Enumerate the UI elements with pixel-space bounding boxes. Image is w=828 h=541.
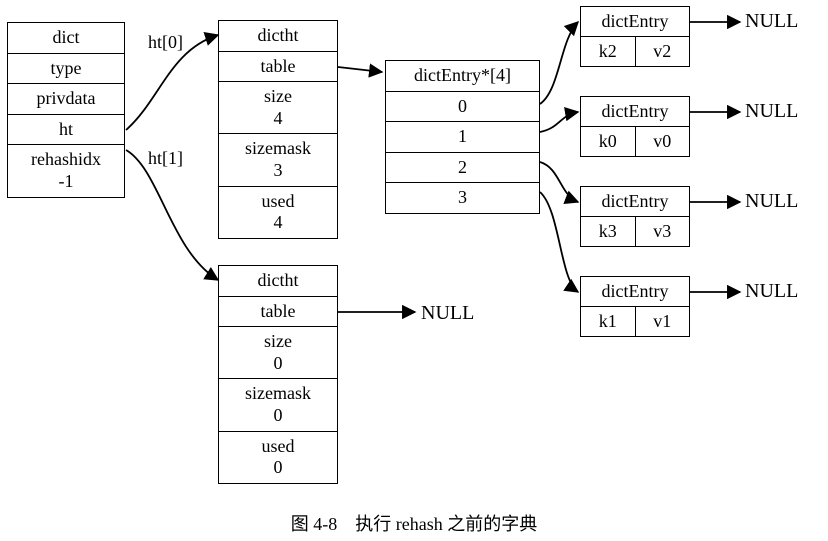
dictht1-sizemask: sizemask 0 [219,379,337,431]
dictht1-size: size 0 [219,327,337,379]
edge-label-ht0: ht[0] [148,32,183,53]
array-idx-3: 3 [386,183,539,213]
dict-title: dict [8,23,124,54]
dictht0-used: used 4 [219,187,337,238]
dictht1-table: table [219,297,337,328]
null-1: NULL [745,100,798,123]
dictht0-size: size 4 [219,82,337,134]
dictht1-used: used 0 [219,432,337,483]
null-0: NULL [745,10,798,33]
dict-field-ht: ht [8,115,124,146]
array-idx-2: 2 [386,153,539,184]
dict-field-type: type [8,54,124,85]
dictht0: dictht table size 4 sizemask 3 used 4 [218,20,338,239]
dict-struct: dict type privdata ht rehashidx -1 [7,22,125,198]
dictht0-title: dictht [219,21,337,52]
null-ht1: NULL [421,302,474,325]
dict-field-privdata: privdata [8,84,124,115]
array-idx-0: 0 [386,92,539,123]
figure-caption: 图 4-8 执行 rehash 之前的字典 [0,510,828,536]
dictht0-table: table [219,52,337,83]
entry-1: dictEntry k0 v0 [580,96,690,157]
edge-label-ht1: ht[1] [148,148,183,169]
entry-3: dictEntry k1 v1 [580,276,690,337]
entry-array: dictEntry*[4] 0 1 2 3 [385,60,540,214]
dict-field-rehashidx: rehashidx -1 [8,145,124,196]
array-idx-1: 1 [386,122,539,153]
null-3: NULL [745,280,798,303]
dictht1: dictht table size 0 sizemask 0 used 0 [218,265,338,484]
array-title: dictEntry*[4] [386,61,539,92]
entry-2: dictEntry k3 v3 [580,186,690,247]
dictht0-sizemask: sizemask 3 [219,134,337,186]
entry-0: dictEntry k2 v2 [580,6,690,67]
null-2: NULL [745,190,798,213]
dictht1-title: dictht [219,266,337,297]
